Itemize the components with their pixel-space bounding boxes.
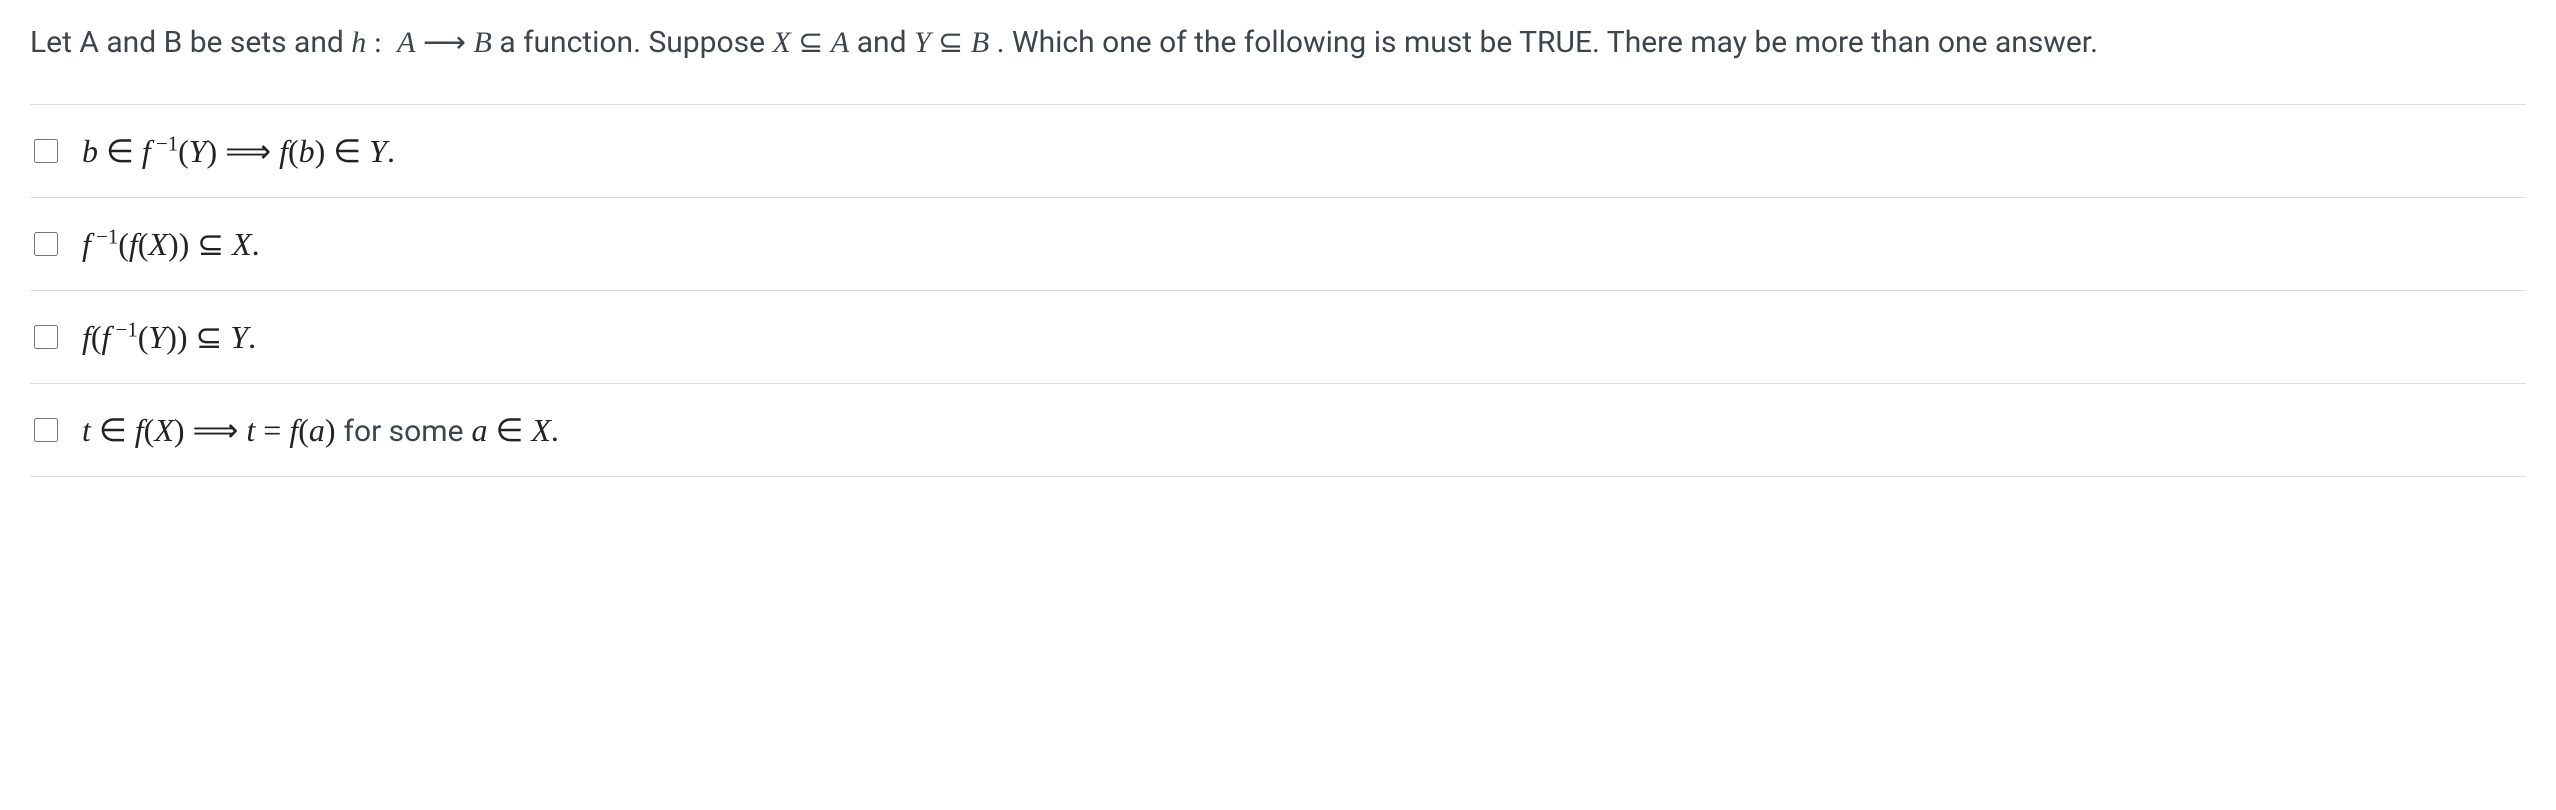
option-2-checkbox[interactable] [34, 232, 58, 256]
option-2[interactable]: f −1(f(X)) ⊆ X. [30, 197, 2526, 291]
question-part1: Let A and B be sets and [30, 25, 351, 60]
question-stem: Let A and B be sets and h : A ⟶ B a func… [30, 20, 2526, 65]
option-4-label: t ∈ f(X) ⟹ t = f(a) for some a ∈ X. [82, 406, 559, 454]
option-4-checkbox[interactable] [34, 418, 58, 442]
question-part2: a function. Suppose [499, 25, 772, 60]
option-3[interactable]: f(f −1(Y)) ⊆ Y. [30, 290, 2526, 384]
option-1-checkbox[interactable] [34, 139, 58, 163]
options-list: b ∈ f −1(Y) ⟹ f(b) ∈ Y. f −1(f(X)) ⊆ X. … [30, 104, 2526, 477]
option-3-label: f(f −1(Y)) ⊆ Y. [82, 313, 256, 361]
question-subset1: X ⊆ A [772, 26, 856, 59]
option-1-label: b ∈ f −1(Y) ⟹ f(b) ∈ Y. [82, 127, 395, 175]
option-2-label: f −1(f(X)) ⊆ X. [82, 220, 260, 268]
question-subset2: Y ⊆ B [914, 26, 997, 59]
option-4[interactable]: t ∈ f(X) ⟹ t = f(a) for some a ∈ X. [30, 383, 2526, 477]
option-1[interactable]: b ∈ f −1(Y) ⟹ f(b) ∈ Y. [30, 104, 2526, 198]
option-3-checkbox[interactable] [34, 325, 58, 349]
question-part4: . Which one of the following is must be … [997, 25, 2098, 60]
question-func: h : A ⟶ B [351, 26, 499, 59]
question-part3: and [857, 25, 914, 60]
